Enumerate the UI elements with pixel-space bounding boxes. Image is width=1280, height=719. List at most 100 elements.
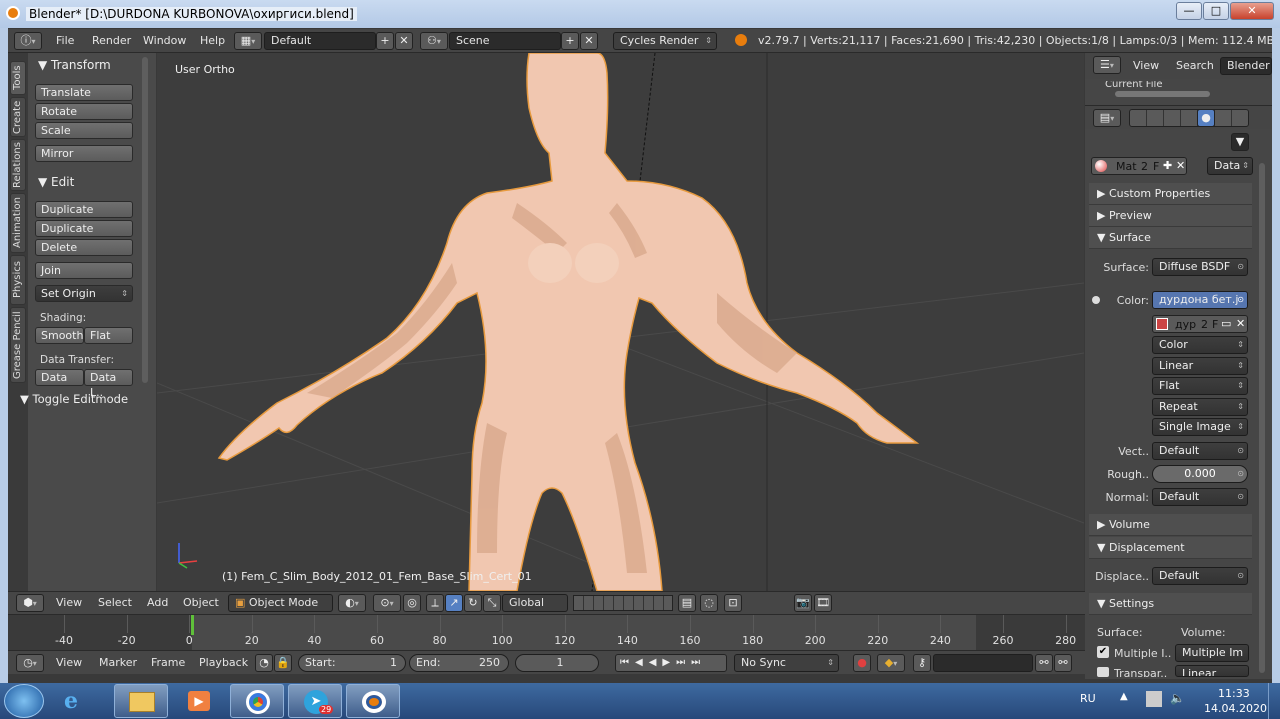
tl-menu-playback[interactable]: Playback (199, 656, 248, 669)
source-dropdown[interactable]: Single Image ⇕ (1152, 418, 1248, 436)
tab-create[interactable]: Create (10, 97, 26, 137)
outliner-menu-view[interactable]: View (1133, 59, 1159, 72)
material-slot-expand-icon[interactable]: ▼ (1231, 133, 1249, 151)
blender-taskbar-button[interactable] (346, 684, 400, 718)
outliner-scrollbar[interactable] (1115, 91, 1210, 97)
data-transfer-button[interactable]: Data (35, 369, 84, 386)
lock-layers-icon[interactable]: ▤ (678, 594, 696, 612)
add-material-icon[interactable]: ✚ (1163, 159, 1172, 172)
flat-button[interactable]: Flat (84, 327, 133, 344)
normal-dropdown[interactable]: Default ⊙ (1152, 488, 1248, 506)
outliner-editor-icon[interactable]: ☰▾ (1093, 56, 1121, 74)
interpolation-dropdown[interactable]: Linear ⇕ (1152, 357, 1248, 375)
scale-manipulator-icon[interactable]: ⤡ (483, 594, 501, 612)
clock-time[interactable]: 11:33 (1218, 687, 1250, 700)
delete-button[interactable]: Delete (35, 239, 133, 256)
menu-add[interactable]: Add (147, 596, 168, 609)
unlink-image-icon[interactable]: ✕ (1236, 317, 1245, 330)
telegram-taskbar-button[interactable]: ➤ 29 (288, 684, 342, 718)
clock-date[interactable]: 14.04.2020 (1204, 702, 1267, 715)
keying-set-icon[interactable]: ◆▾ (877, 654, 905, 672)
multiple-importance-checkbox[interactable]: ✔ (1097, 646, 1109, 658)
material-tab-icon[interactable]: ● (1197, 109, 1215, 127)
image-fake-user[interactable]: F (1212, 318, 1218, 331)
shelf-scrollbar[interactable] (142, 57, 148, 383)
playback-controls[interactable]: ⏮◀◀▶⏭⏭ (615, 654, 727, 672)
layout-field[interactable]: Default (264, 32, 376, 50)
layer-buttons[interactable] (573, 595, 673, 611)
snap-element-icon[interactable]: ⊡ (724, 594, 742, 612)
object-mode-dropdown[interactable]: ▣ Object Mode (228, 594, 333, 612)
smooth-button[interactable]: Smooth (35, 327, 84, 344)
menu-object[interactable]: Object (183, 596, 219, 609)
media-player-taskbar-button[interactable]: ▶ (172, 684, 226, 718)
unlink-material-icon[interactable]: ✕ (1176, 159, 1185, 172)
tl-menu-view[interactable]: View (56, 656, 82, 669)
outliner-menu-search[interactable]: Search (1176, 59, 1214, 72)
edit-panel-title[interactable]: ▼ Edit (38, 175, 74, 189)
close-button[interactable]: ✕ (1230, 2, 1274, 20)
tab-relations[interactable]: Relations (10, 139, 26, 191)
3d-view-editor-icon[interactable]: ⬢▾ (16, 594, 44, 612)
pivot-icon[interactable]: ⊙▾ (373, 594, 401, 612)
human-body-mesh[interactable] (217, 53, 920, 591)
toggle-editmode-title[interactable]: ▼ Toggle Editmode (20, 392, 128, 406)
link-dropdown[interactable]: Data ⇕ (1207, 157, 1253, 175)
ie-icon[interactable]: e (64, 689, 90, 713)
vector-dropdown[interactable]: Default ⊙ (1152, 442, 1248, 460)
preview-range-icon[interactable]: ◔ (255, 654, 273, 672)
roughness-field[interactable]: 0.000 ⊙ (1152, 465, 1248, 483)
properties-scrollbar[interactable] (1259, 163, 1265, 673)
sync-dropdown[interactable]: No Sync ⇕ (734, 654, 839, 672)
scene-icon[interactable]: ⚇▾ (420, 32, 448, 50)
scene-field[interactable]: Scene (449, 32, 561, 50)
rotate-manipulator-icon[interactable]: ↻ (464, 594, 482, 612)
maximize-button[interactable]: □ (1203, 2, 1229, 20)
3d-viewport[interactable]: User Ortho (1) Fem_C_Slim_Body_2012_01_F… (157, 53, 1084, 591)
mirror-button[interactable]: Mirror (35, 145, 133, 162)
info-editor-icon[interactable]: ⓘ▾ (14, 32, 42, 50)
surface-panel[interactable]: ▼ Surface (1089, 227, 1252, 249)
volume-panel[interactable]: ▶ Volume (1089, 514, 1252, 536)
tab-grease-pencil[interactable]: Grease Pencil (10, 307, 26, 383)
projection-dropdown[interactable]: Flat ⇕ (1152, 377, 1248, 395)
keying-icon[interactable]: ⚷ (913, 654, 931, 672)
viewport-shading-icon[interactable]: ◐▾ (338, 594, 366, 612)
tray-arrow-icon[interactable]: ▲ (1120, 691, 1128, 702)
insert-key-icon[interactable]: ⚯ (1035, 654, 1053, 672)
start-button[interactable] (4, 684, 44, 718)
add-layout-button[interactable]: + (376, 32, 394, 50)
set-origin-dropdown[interactable]: Set Origin ⇕ (35, 285, 133, 302)
keying-set-field[interactable] (933, 654, 1033, 672)
preview-panel[interactable]: ▶ Preview (1089, 205, 1252, 227)
delete-key-icon[interactable]: ⚯ (1054, 654, 1072, 672)
render-engine-dropdown[interactable]: Cycles Render ⇕ (613, 32, 717, 50)
menu-render[interactable]: Render (92, 34, 131, 47)
timeline-editor-icon[interactable]: ◷▾ (16, 654, 44, 672)
show-desktop-button[interactable] (1268, 683, 1280, 719)
properties-editor-icon[interactable]: ▤▾ (1093, 109, 1121, 127)
lock-icon[interactable]: 🔒 (274, 654, 292, 672)
open-image-icon[interactable]: ▭ (1221, 317, 1231, 330)
delete-scene-button[interactable]: ✕ (580, 32, 598, 50)
properties-context-tabs[interactable] (1129, 109, 1249, 127)
image-datablock[interactable]: дур 2 F ▭ ✕ (1152, 315, 1248, 333)
material-fake-user[interactable]: F (1153, 160, 1159, 173)
tl-menu-frame[interactable]: Frame (151, 656, 185, 669)
transform-panel-title[interactable]: ▼ Transform (38, 58, 111, 72)
material-datablock[interactable]: Mat 2 F ✚ ✕ (1091, 157, 1187, 175)
menu-window[interactable]: Window (143, 34, 186, 47)
duplicate-linked-button[interactable]: Duplicate Linked (35, 220, 133, 250)
custom-properties-panel[interactable]: ▶ Custom Properties (1089, 183, 1252, 205)
translate-manipulator-icon[interactable]: ↗ (445, 594, 463, 612)
render-anim-icon[interactable]: 🎞 (814, 594, 832, 612)
transparent-shadows-checkbox[interactable] (1097, 667, 1109, 677)
displacement-panel[interactable]: ▼ Displacement (1089, 537, 1252, 559)
tab-physics[interactable]: Physics (10, 255, 26, 305)
language-indicator[interactable]: RU (1080, 692, 1096, 705)
start-frame-field[interactable]: Start: 1 (298, 654, 406, 672)
timeline-playhead[interactable] (191, 615, 194, 635)
display-mode-dropdown[interactable]: Blender F (1220, 57, 1272, 75)
current-frame-field[interactable]: 1 (515, 654, 599, 672)
menu-file[interactable]: File (56, 34, 74, 47)
